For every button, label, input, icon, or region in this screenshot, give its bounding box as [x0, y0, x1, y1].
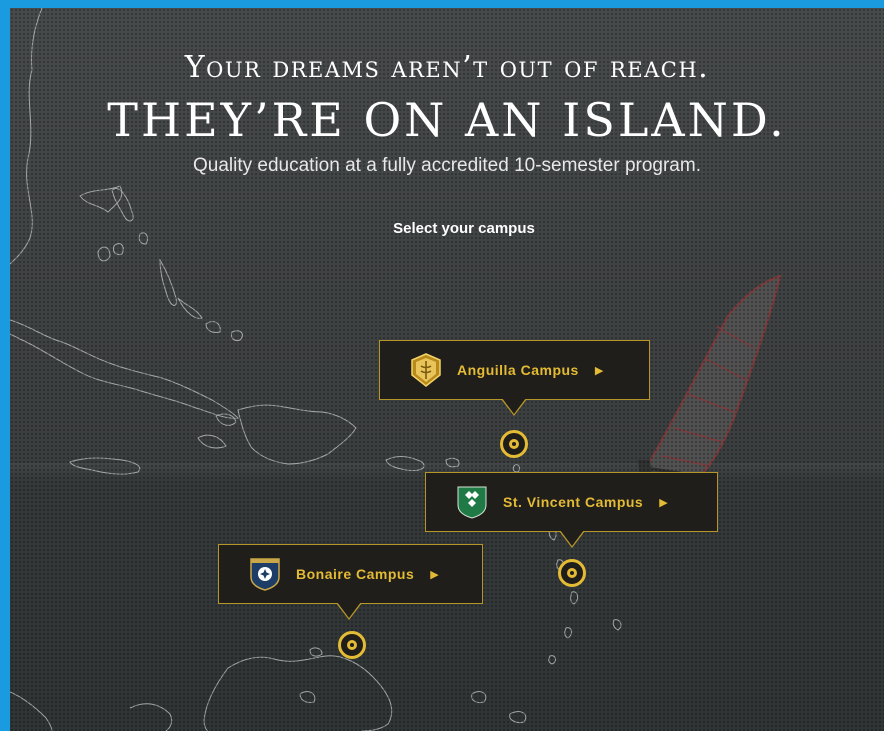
st-vincent-campus-label: St. Vincent Campus	[503, 494, 644, 510]
st-vincent-arrow-icon: ▶	[659, 496, 668, 509]
st-vincent-campus-button[interactable]: St. Vincent Campus ▶	[425, 472, 718, 548]
headline-line-1: Your dreams aren’t out of reach.	[184, 50, 710, 85]
hero-banner: Your dreams aren’t out of reach. They’re…	[10, 8, 884, 731]
anguilla-campus-label: Anguilla Campus	[457, 362, 579, 378]
st-vincent-crest-icon	[457, 486, 487, 519]
anguilla-pointer	[501, 398, 527, 416]
bonaire-campus-label: Bonaire Campus	[296, 566, 415, 582]
bonaire-arrow-icon: ▶	[430, 568, 439, 581]
bonaire-location-marker[interactable]	[338, 631, 366, 659]
anguilla-crest-icon	[411, 353, 441, 387]
bonaire-pointer	[336, 602, 362, 620]
st-vincent-location-marker[interactable]	[558, 559, 586, 587]
headline-line-2: They’re on an island.	[107, 93, 787, 147]
anguilla-location-marker[interactable]	[500, 430, 528, 458]
anguilla-arrow-icon: ▶	[594, 364, 604, 377]
select-campus-prompt: Select your campus	[393, 220, 535, 237]
headline-subtitle: Quality education at a fully accredited …	[193, 155, 701, 176]
anguilla-campus-button[interactable]: Anguilla Campus ▶	[379, 340, 650, 416]
st-vincent-pointer	[559, 530, 585, 548]
bonaire-crest-icon	[250, 558, 280, 591]
bonaire-campus-button[interactable]: Bonaire Campus ▶	[218, 544, 483, 620]
